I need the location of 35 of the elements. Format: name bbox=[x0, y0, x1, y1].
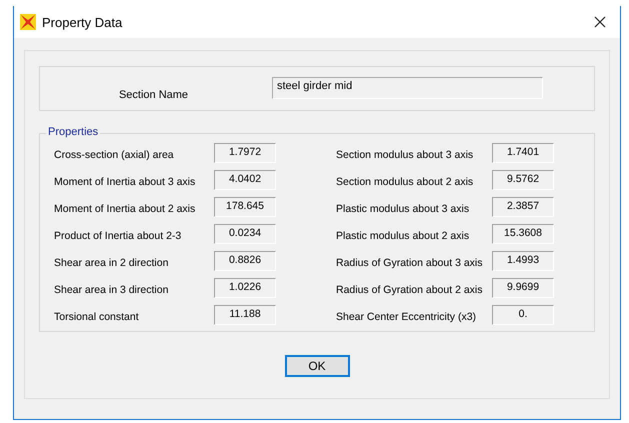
property-value-field[interactable]: 2.3857 bbox=[492, 197, 554, 217]
property-value-field[interactable]: 1.0226 bbox=[214, 278, 276, 298]
property-label: Shear Center Eccentricity (x3) bbox=[335, 311, 478, 323]
property-value-field[interactable]: 1.7401 bbox=[492, 143, 554, 163]
app-logo-icon bbox=[20, 14, 36, 30]
property-value-field[interactable]: 9.9699 bbox=[492, 278, 554, 298]
property-label: Shear area in 3 direction bbox=[53, 284, 170, 296]
section-name-field[interactable]: steel girder mid bbox=[272, 76, 543, 98]
property-value-field[interactable]: 0.8826 bbox=[214, 251, 276, 271]
property-label: Radius of Gyration about 3 axis bbox=[335, 257, 484, 269]
property-label: Moment of Inertia about 3 axis bbox=[53, 176, 196, 188]
property-label: Product of Inertia about 2-3 bbox=[53, 230, 182, 242]
ok-button[interactable]: OK bbox=[284, 355, 350, 377]
property-value-field[interactable]: 1.7972 bbox=[214, 143, 276, 163]
section-name-label: Section Name bbox=[118, 88, 190, 100]
property-value-field[interactable]: 15.3608 bbox=[492, 224, 554, 244]
property-label: Section modulus about 3 axis bbox=[335, 149, 474, 161]
property-label: Cross-section (axial) area bbox=[53, 149, 175, 161]
property-label: Shear area in 2 direction bbox=[53, 257, 170, 269]
property-value-field[interactable]: 0.0234 bbox=[214, 224, 276, 244]
property-value-field[interactable]: 0. bbox=[492, 305, 554, 325]
property-label: Section modulus about 2 axis bbox=[335, 176, 474, 188]
property-value-field[interactable]: 4.0402 bbox=[214, 170, 276, 190]
property-value-field[interactable]: 11.188 bbox=[214, 305, 276, 325]
property-value-field[interactable]: 1.4993 bbox=[492, 251, 554, 271]
window-title: Property Data bbox=[42, 14, 124, 30]
close-icon bbox=[594, 16, 606, 28]
property-label: Torsional constant bbox=[53, 311, 140, 323]
property-label: Plastic modulus about 3 axis bbox=[335, 203, 470, 215]
property-label: Plastic modulus about 2 axis bbox=[335, 230, 470, 242]
property-value-field[interactable]: 178.645 bbox=[214, 197, 276, 217]
group-title: Properties bbox=[46, 126, 100, 138]
property-label: Radius of Gyration about 2 axis bbox=[335, 284, 484, 296]
property-label: Moment of Inertia about 2 axis bbox=[53, 203, 196, 215]
property-value-field[interactable]: 9.5762 bbox=[492, 170, 554, 190]
